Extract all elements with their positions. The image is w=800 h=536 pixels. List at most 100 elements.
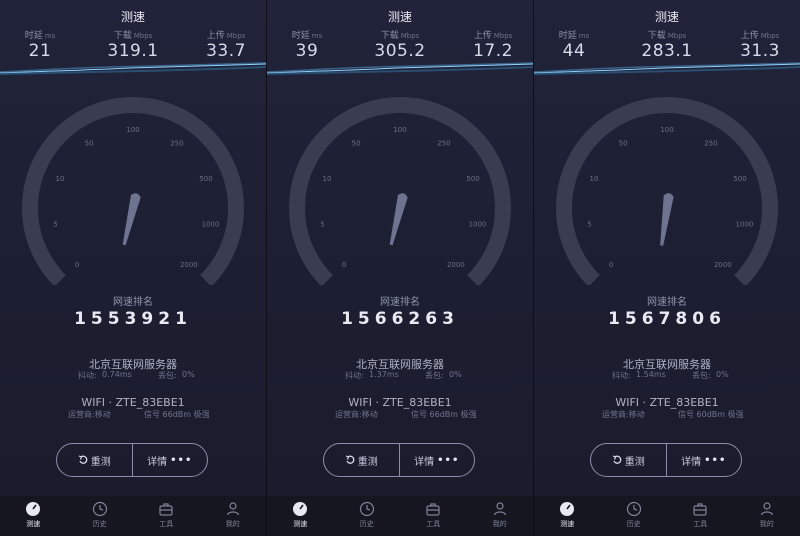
- gauge-needle: [122, 193, 141, 246]
- speedtest-screen: 测速 时延 ms 21 下载 Mbps 319.1 上传 Mbps 33.7 0 5 10…: [0, 0, 266, 536]
- tab-speedometer[interactable]: 测速: [267, 496, 334, 536]
- tab-speedometer[interactable]: 测速: [0, 496, 67, 536]
- details-label: 详情: [681, 456, 702, 468]
- toolbox-icon: [425, 501, 441, 517]
- speedometer-icon: [25, 501, 41, 517]
- retest-label: 重测: [357, 456, 378, 468]
- details-button[interactable]: 详情 •••: [665, 444, 742, 476]
- metric-label: 上传: [473, 31, 492, 41]
- retest-icon: [78, 455, 88, 464]
- metric-label: 下载: [647, 31, 666, 41]
- tab-label: 历史: [92, 520, 107, 528]
- bottom-tab-bar: 测速 历史 工具 我的: [267, 496, 533, 536]
- gauge-tick-label: 250: [170, 139, 183, 147]
- gauge-tick-label: 2000: [447, 261, 465, 269]
- screenshot-collage: 测速 时延 ms 21 下载 Mbps 319.1 上传 Mbps 33.7 0 5 10…: [0, 0, 800, 536]
- tab-user[interactable]: 我的: [200, 496, 267, 536]
- signal-label: 信号 60dBm 极强: [678, 410, 744, 419]
- page-title: 测速: [654, 10, 679, 24]
- user-icon: [759, 501, 775, 517]
- download-metric: 下载 Mbps 319.1: [93, 28, 173, 61]
- tab-speedometer[interactable]: 测速: [534, 496, 601, 536]
- gauge-tick-label: 10: [56, 175, 65, 183]
- retest-button[interactable]: 重测: [324, 444, 399, 476]
- retest-button[interactable]: 重测: [591, 444, 666, 476]
- details-button[interactable]: 详情 •••: [131, 444, 208, 476]
- gauge-tick-label: 1000: [469, 220, 487, 228]
- clock-icon: [626, 501, 642, 517]
- retest-icon: [612, 455, 622, 464]
- tab-label: 测速: [560, 520, 575, 528]
- bottom-tab-bar: 测速 历史 工具 我的: [0, 496, 266, 536]
- details-button[interactable]: 详情 •••: [398, 444, 475, 476]
- gauge-tick-label: 5: [587, 220, 591, 228]
- tab-label: 我的: [225, 520, 240, 528]
- tab-clock[interactable]: 历史: [67, 496, 134, 536]
- speedtest-screen: 测速 时延 ms 39 下载 Mbps 305.2 上传 Mbps 17.2 0 5 10…: [267, 0, 533, 536]
- tab-toolbox[interactable]: 工具: [667, 496, 734, 536]
- retest-label: 重测: [624, 456, 645, 468]
- details-label: 详情: [147, 456, 168, 468]
- gauge-tick-label: 10: [323, 175, 332, 183]
- retest-button[interactable]: 重测: [57, 444, 132, 476]
- metric-unit: Mbps: [226, 32, 246, 40]
- user-icon: [492, 501, 508, 517]
- speedtest-screen: 测速 时延 ms 44 下载 Mbps 283.1 上传 Mbps 31.3 0 5 10…: [534, 0, 800, 536]
- gauge-tick-label: 250: [437, 139, 450, 147]
- gauge-tick-label: 100: [393, 126, 406, 134]
- speed-wave-graph: [534, 62, 800, 75]
- gauge-needle: [660, 193, 674, 246]
- gauge-tick-label: 100: [126, 126, 139, 134]
- latency-metric: 时延 ms 39: [267, 28, 347, 61]
- tab-user[interactable]: 我的: [467, 496, 534, 536]
- operator-label: 运营商:移动: [68, 410, 111, 419]
- signal-label: 信号 66dBm 极强: [144, 410, 210, 419]
- gauge-tick-label: 250: [704, 139, 717, 147]
- gauge-needle: [389, 193, 408, 246]
- wifi-name: WIFI · ZTE_83EBE1: [81, 396, 185, 409]
- page-title: 测速: [387, 10, 412, 24]
- speedometer-icon: [559, 501, 575, 517]
- metric-label: 时延: [24, 31, 43, 41]
- gauge-tick-label: 5: [53, 220, 57, 228]
- gauge-tick-label: 50: [352, 139, 361, 147]
- bottom-tab-bar: 测速 历史 工具 我的: [534, 496, 800, 536]
- tab-toolbox[interactable]: 工具: [400, 496, 467, 536]
- gauge-tick-label: 50: [85, 139, 94, 147]
- more-dots-icon: •••: [704, 454, 727, 466]
- speed-gauge: 0 5 10 50 100 250 500 1000 2000: [289, 97, 511, 285]
- metric-unit: Mbps: [493, 32, 513, 40]
- gauge-tick-label: 0: [75, 261, 79, 269]
- server-name: 北京互联网服务器: [356, 358, 444, 371]
- clock-icon: [359, 501, 375, 517]
- operator-label: 运营商:移动: [335, 410, 378, 419]
- retest-icon: [345, 455, 355, 464]
- gauge-tick-label: 1000: [202, 220, 220, 228]
- tab-toolbox[interactable]: 工具: [133, 496, 200, 536]
- jitter-value: 1.54ms: [636, 370, 666, 379]
- metric-label: 时延: [291, 31, 310, 41]
- jitter-value: 1.37ms: [369, 370, 399, 379]
- jitter-value: 0.74ms: [102, 370, 132, 379]
- server-name: 北京互联网服务器: [623, 358, 711, 371]
- tab-label: 工具: [426, 520, 441, 528]
- metric-label: 下载: [380, 31, 399, 41]
- speed-gauge: 0 5 10 50 100 250 500 1000 2000: [22, 97, 244, 285]
- tab-label: 工具: [693, 520, 708, 528]
- tab-label: 历史: [359, 520, 374, 528]
- tab-label: 测速: [293, 520, 308, 528]
- gauge-tick-label: 5: [320, 220, 324, 228]
- loss-value: 0%: [449, 370, 462, 379]
- tab-clock[interactable]: 历史: [601, 496, 668, 536]
- metric-unit: Mbps: [667, 32, 687, 40]
- jitter-label: 抖动:: [78, 371, 97, 380]
- rank-label: 网速排名: [380, 297, 420, 308]
- tab-clock[interactable]: 历史: [334, 496, 401, 536]
- metric-unit: Mbps: [133, 32, 153, 40]
- upload-metric: 上传 Mbps 17.2: [453, 28, 533, 61]
- toolbox-icon: [692, 501, 708, 517]
- tab-user[interactable]: 我的: [734, 496, 800, 536]
- tab-label: 工具: [159, 520, 174, 528]
- more-dots-icon: •••: [437, 454, 460, 466]
- metric-unit: ms: [578, 32, 590, 40]
